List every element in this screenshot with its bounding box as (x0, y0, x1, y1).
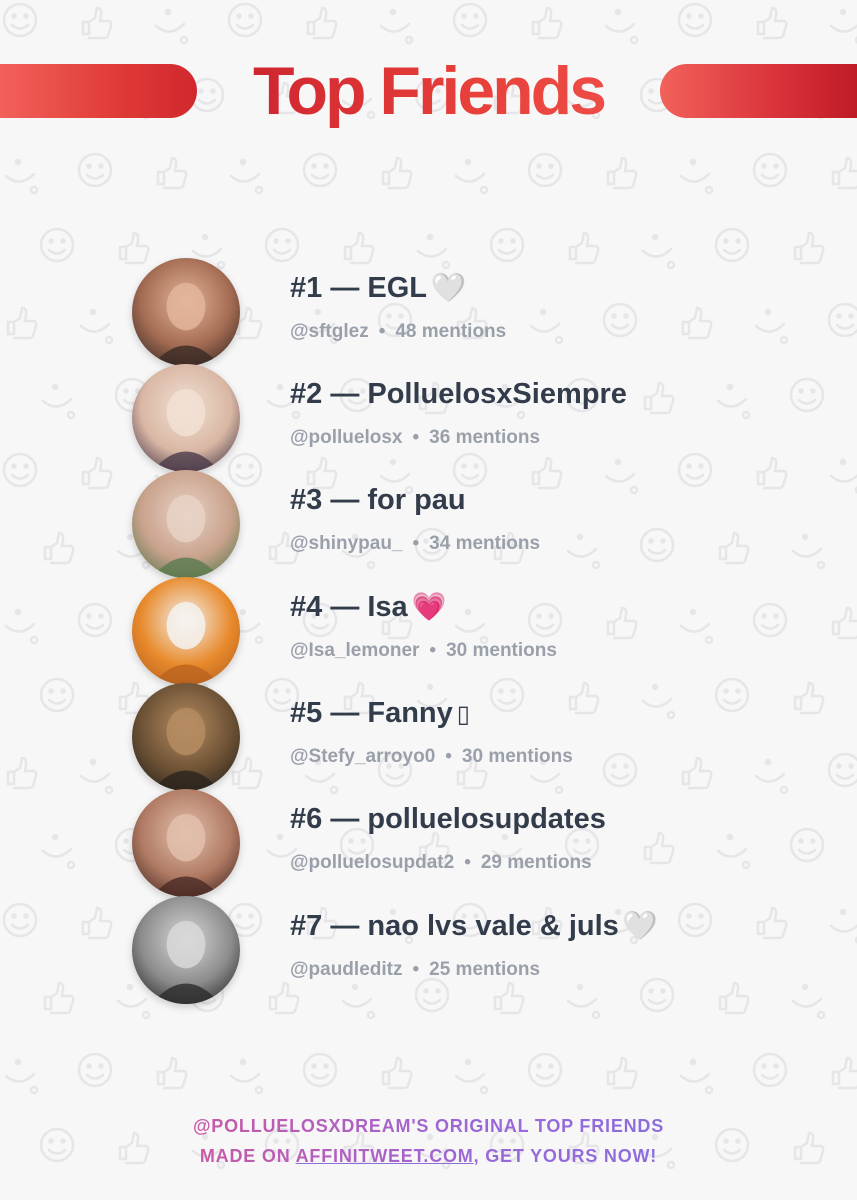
friend-rank-and-name: #2 — PolluelosxSiempre (290, 378, 627, 410)
footer-site-link[interactable]: AFFINITWEET.COM (296, 1146, 474, 1166)
friend-rank-and-name: #3 — for pau (290, 484, 466, 516)
friend-name: #4 — Isa 💗 (290, 589, 447, 625)
missing-glyph-icon: ▯ (456, 700, 470, 728)
page-title: Top Friends (197, 52, 660, 130)
friend-handle[interactable]: @Isa_lemoner (290, 640, 419, 661)
friend-meta: @paudleditz • 25 mentions (290, 958, 540, 982)
friend-name: #2 — PolluelosxSiempre (290, 376, 627, 412)
friend-row[interactable]: #1 — EGL 🤍 @sftglez • 48 mentions (0, 258, 857, 366)
friend-row[interactable]: #7 — nao lvs vale & juls 🤍 @paudleditz • 25 … (0, 896, 857, 1004)
friend-handle[interactable]: @Stefy_arroyo0 (290, 746, 435, 767)
avatar[interactable] (132, 683, 240, 791)
separator-dot: • (378, 321, 386, 342)
friend-row[interactable]: #4 — Isa 💗 @Isa_lemoner • 30 mentions (0, 577, 857, 685)
separator-dot: • (445, 746, 452, 767)
separator-dot: • (412, 959, 420, 980)
friend-name: #7 — nao lvs vale & juls 🤍 (290, 908, 658, 944)
footer-line1-suffix: 'S ORIGINAL TOP FRIENDS (411, 1116, 665, 1136)
friend-rank-and-name: #7 — nao lvs vale & juls (290, 910, 619, 942)
avatar-photo (132, 258, 240, 366)
avatar[interactable] (132, 577, 240, 685)
friend-row[interactable]: #6 — polluelosupdates @polluelosupdat2 • 29… (0, 789, 857, 897)
friend-row[interactable]: #5 — Fanny ▯ @Stefy_arroyo0 • 30 mentions (0, 683, 857, 791)
footer: @POLLUELOSXDREAM'S ORIGINAL TOP FRIENDS … (0, 1111, 857, 1171)
friend-meta: @polluelosx • 36 mentions (290, 426, 540, 450)
header-left-bar (0, 64, 197, 118)
separator-dot: • (412, 427, 420, 448)
friend-name: #3 — for pau (290, 482, 466, 518)
friend-handle[interactable]: @shinypau_ (290, 533, 403, 554)
footer-owner-handle[interactable]: @POLLUELOSXDREAM (193, 1116, 411, 1136)
avatar-photo (132, 470, 240, 578)
footer-line-2: MADE ON AFFINITWEET.COM, GET YOURS NOW! (0, 1141, 857, 1171)
avatar-photo (132, 577, 240, 685)
friend-row[interactable]: #2 — PolluelosxSiempre @polluelosx • 36 men… (0, 364, 857, 472)
friend-handle[interactable]: @polluelosx (290, 427, 403, 448)
footer-line-1: @POLLUELOSXDREAM'S ORIGINAL TOP FRIENDS (0, 1111, 857, 1141)
mention-count: 30 mentions (446, 640, 557, 661)
friend-meta: @polluelosupdat2 • 29 mentions (290, 851, 592, 875)
mention-count: 25 mentions (429, 959, 541, 980)
footer-line2-prefix: MADE ON (199, 1146, 296, 1166)
pink-heart-icon: 💗 (411, 590, 447, 623)
friend-row[interactable]: #3 — for pau @shinypau_ • 34 mentions (0, 470, 857, 578)
friend-name: #5 — Fanny ▯ (290, 695, 470, 732)
footer-line2-suffix: , GET YOURS NOW! (473, 1146, 658, 1166)
separator-dot: • (429, 640, 437, 661)
friend-rank-and-name: #6 — polluelosupdates (290, 803, 606, 835)
friend-handle[interactable]: @paudleditz (290, 959, 402, 980)
avatar[interactable] (132, 789, 240, 897)
friend-handle[interactable]: @polluelosupdat2 (290, 852, 454, 873)
avatar-photo (132, 789, 240, 897)
separator-dot: • (412, 533, 420, 554)
friend-rank-and-name: #5 — Fanny (290, 697, 453, 729)
friend-name: #1 — EGL 🤍 (290, 270, 466, 306)
mention-count: 29 mentions (480, 852, 592, 873)
mention-count: 36 mentions (429, 427, 541, 448)
friend-meta: @shinypau_ • 34 mentions (290, 532, 540, 556)
friend-name: #6 — polluelosupdates (290, 801, 606, 837)
avatar[interactable] (132, 364, 240, 472)
avatar-photo (132, 364, 240, 472)
avatar[interactable] (132, 470, 240, 578)
mention-count: 48 mentions (395, 321, 507, 342)
friend-rank-and-name: #1 — EGL (290, 272, 427, 304)
friend-meta: @Isa_lemoner • 30 mentions (290, 639, 557, 663)
header-right-bar (660, 64, 857, 118)
friend-handle[interactable]: @sftglez (290, 321, 369, 342)
avatar-photo (132, 683, 240, 791)
separator-dot: • (464, 852, 471, 873)
friend-meta: @sftglez • 48 mentions (290, 320, 506, 344)
avatar[interactable] (132, 896, 240, 1004)
friend-rank-and-name: #4 — Isa (290, 591, 408, 623)
mention-count: 34 mentions (429, 533, 541, 554)
white-heart-icon: 🤍 (622, 909, 658, 942)
avatar-photo (132, 896, 240, 1004)
white-heart-icon: 🤍 (431, 271, 466, 304)
mention-count: 30 mentions (461, 746, 573, 767)
friend-meta: @Stefy_arroyo0 • 30 mentions (290, 745, 573, 769)
avatar[interactable] (132, 258, 240, 366)
